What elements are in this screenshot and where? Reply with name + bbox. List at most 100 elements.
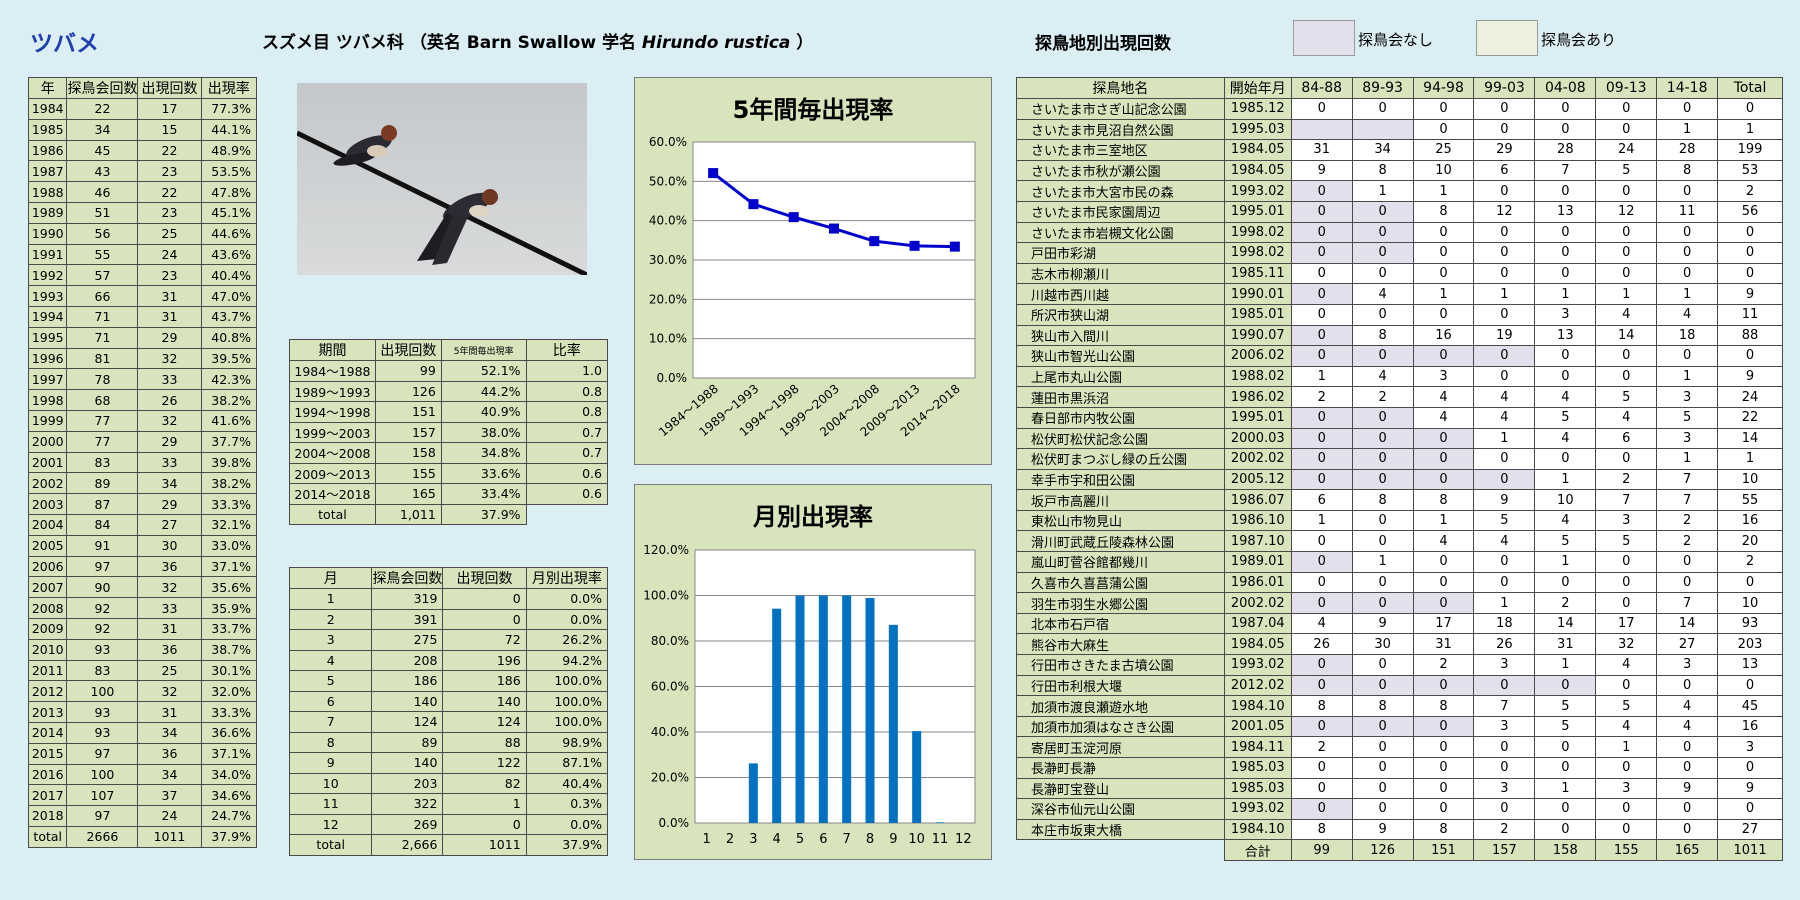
site-count: 0 (1534, 674, 1597, 697)
table-cell: 97 (66, 805, 139, 827)
site-header: 09-13 (1595, 77, 1658, 99)
data-point (708, 168, 719, 179)
site-count: 1 (1351, 180, 1414, 202)
y-tick-label: 20.0% (651, 771, 689, 785)
site-name: 北本市石戸宿 (1016, 612, 1225, 635)
site-count: 31 (1412, 633, 1475, 656)
table-row: 2009～2013 155 33.6% 0.6 (289, 462, 609, 484)
site-row: 坂戸市高麗川 1986.07 6 8 8 9 10 7 7 55 (1016, 489, 1783, 511)
table-cell: 1985 (27, 118, 68, 141)
table-row: 2013 93 31 33.3% (27, 701, 258, 723)
table-cell: 0.8 (525, 380, 609, 402)
site-count: 25 (1412, 139, 1475, 161)
site-count: 0 (1412, 777, 1475, 800)
table-row: 6 140 140 100.0% (288, 690, 609, 712)
bar (935, 822, 945, 823)
site-name: さいたま市三室地区 (1016, 139, 1225, 161)
site-header-row: 探鳥地名 開始年月 84-88 89-93 94-98 99-03 04-08 09-13 14… (1016, 77, 1783, 99)
site-start: 2000.03 (1223, 427, 1292, 450)
site-start: 1993.02 (1223, 798, 1292, 820)
x-tick-label: 9 (889, 832, 897, 847)
site-count: 0 (1534, 757, 1597, 779)
y-tick-label: 40.0% (649, 214, 687, 228)
area-title: 探鳥地別出現回数 (1035, 34, 1171, 54)
table-cell: 0 (442, 608, 527, 630)
table-row: 2014～2018 165 33.4% 0.6 (289, 483, 609, 505)
site-count: 0 (1473, 448, 1536, 470)
table-cell: 2003 (27, 493, 68, 515)
table-cell: 34.0% (200, 763, 258, 786)
site-row: 本庄市坂東大橋 1984.10 8 9 8 2 0 0 0 27 (1016, 818, 1783, 841)
table-cell: 83 (66, 451, 139, 474)
site-count: 0 (1473, 118, 1536, 141)
bird-1 (333, 125, 397, 166)
site-count: 5 (1534, 530, 1597, 553)
site-count: 0 (1351, 592, 1414, 614)
table-cell: 122 (442, 752, 527, 774)
bar (818, 595, 828, 823)
site-total: 2 (1717, 551, 1783, 573)
table-cell: 45 (66, 139, 139, 162)
table-row: 1999 77 32 41.6% (27, 409, 258, 432)
table-cell: 2 (288, 608, 373, 630)
site-count: 0 (1290, 798, 1353, 820)
site-count: 0 (1412, 118, 1475, 141)
site-total: 0 (1717, 674, 1783, 697)
table-row: 9 140 122 87.1% (288, 752, 609, 774)
site-count: 17 (1412, 612, 1475, 635)
site-count: 0 (1351, 262, 1414, 285)
site-row: 狭山市入間川 1990.07 0 8 16 19 13 14 18 88 (1016, 324, 1783, 347)
site-row: さいたま市大宮市民の森 1993.02 0 1 1 0 0 0 0 2 (1016, 180, 1783, 202)
period-total-cell: 37.9% (440, 503, 527, 525)
site-total: 0 (1717, 242, 1783, 264)
site-count: 13 (1534, 324, 1597, 347)
table-cell: 24 (137, 243, 202, 266)
scientific-name: Hirundo rustica (641, 33, 791, 53)
table-cell: 1995 (27, 326, 68, 349)
site-count: 0 (1534, 262, 1597, 285)
site-count: 34 (1351, 139, 1414, 161)
table-cell: 97 (66, 742, 139, 765)
site-count: 9 (1473, 489, 1536, 511)
site-count: 0 (1656, 345, 1719, 367)
table-cell: 4 (288, 649, 373, 671)
site-count: 0 (1534, 118, 1597, 141)
table-cell: 2017 (27, 784, 68, 807)
site-count: 0 (1656, 818, 1719, 841)
site-start: 1984.10 (1223, 818, 1292, 841)
site-count: 2 (1595, 468, 1658, 491)
site-total: 0 (1717, 345, 1783, 367)
legend-none-swatch (1293, 20, 1355, 56)
site-count: 26 (1473, 633, 1536, 656)
table-cell: 32 (137, 576, 202, 599)
site-count: 1 (1534, 777, 1597, 800)
site-count: 2 (1534, 592, 1597, 614)
species-header: スズメ目 ツバメ科 （英名 Barn Swallow 学名 Hirundo ru… (262, 28, 813, 53)
site-count: 8 (1351, 695, 1414, 717)
site-start: 2002.02 (1223, 592, 1292, 614)
table-cell: 99 (374, 360, 442, 382)
table-cell: 53.5% (200, 160, 258, 183)
site-count: 0 (1412, 757, 1475, 779)
table-cell: 0.7 (525, 421, 609, 443)
table-cell: 1984 (27, 98, 68, 120)
site-count: 0 (1595, 365, 1658, 388)
site-count: 0 (1290, 283, 1353, 305)
bar (888, 624, 898, 823)
table-cell: 186 (442, 670, 527, 692)
table-cell: 46 (66, 181, 139, 203)
table-cell: 319 (371, 588, 444, 610)
site-count: 5 (1534, 406, 1597, 429)
site-total: 24 (1717, 386, 1783, 408)
site-count: 0 (1412, 798, 1475, 820)
site-header: 89-93 (1351, 77, 1414, 99)
site-sum-label: 合計 (1223, 839, 1292, 861)
site-name: さいたま市大宮市民の森 (1016, 180, 1225, 202)
period-total-cell: total (289, 503, 376, 525)
site-header: 開始年月 (1223, 77, 1292, 99)
table-row: 2008 92 33 35.9% (27, 597, 258, 619)
site-row: 加須市加須はなさき公園 2001.05 0 0 0 3 5 4 4 16 (1016, 715, 1783, 738)
site-count: 0 (1534, 242, 1597, 264)
y-tick-label: 50.0% (649, 174, 687, 188)
table-row: 11 322 1 0.3% (288, 793, 609, 815)
